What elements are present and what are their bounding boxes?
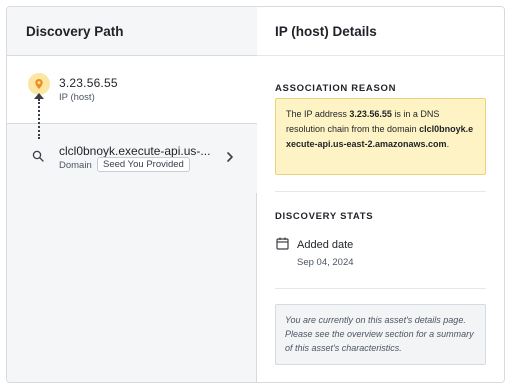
association-reason-heading: ASSOCIATION REASON: [275, 83, 397, 94]
location-pin-icon: [28, 73, 50, 95]
discovery-frame: Discovery Path 3.23.56.55 IP (host) clcl…: [6, 6, 505, 383]
reason-ip: 3.23.56.55: [349, 109, 392, 119]
reason-text-suffix: .: [446, 139, 450, 149]
calendar-icon: [276, 237, 289, 255]
details-title: IP (host) Details: [257, 7, 504, 56]
search-icon: [32, 149, 44, 167]
domain-node[interactable]: clcl0bnoyk.execute-api.us-... Domain See…: [7, 123, 257, 193]
ip-node-subtitle: IP (host): [59, 92, 95, 103]
domain-node-title: clcl0bnoyk.execute-api.us-...: [59, 144, 211, 158]
domain-node-type: Domain: [59, 160, 92, 171]
path-connector: [38, 99, 40, 139]
discovery-path-title: Discovery Path: [7, 7, 257, 56]
divider: [275, 288, 486, 289]
info-note: You are currently on this asset's detail…: [275, 304, 486, 365]
divider: [275, 191, 486, 192]
ip-node-title: 3.23.56.55: [59, 76, 118, 90]
details-panel: IP (host) Details ASSOCIATION REASON The…: [257, 7, 504, 382]
association-reason-box: The IP address 3.23.56.55 is in a DNS re…: [275, 98, 486, 175]
chevron-right-icon[interactable]: [225, 150, 235, 168]
seed-badge: Seed You Provided: [97, 157, 190, 172]
ip-node[interactable]: 3.23.56.55 IP (host): [7, 56, 257, 123]
added-date-label: Added date: [297, 239, 354, 251]
added-date-value: Sep 04, 2024: [297, 257, 354, 268]
discovery-stats-heading: DISCOVERY STATS: [275, 211, 374, 222]
discovery-path-panel: Discovery Path 3.23.56.55 IP (host) clcl…: [7, 7, 257, 382]
reason-text-prefix: The IP address: [286, 109, 350, 119]
